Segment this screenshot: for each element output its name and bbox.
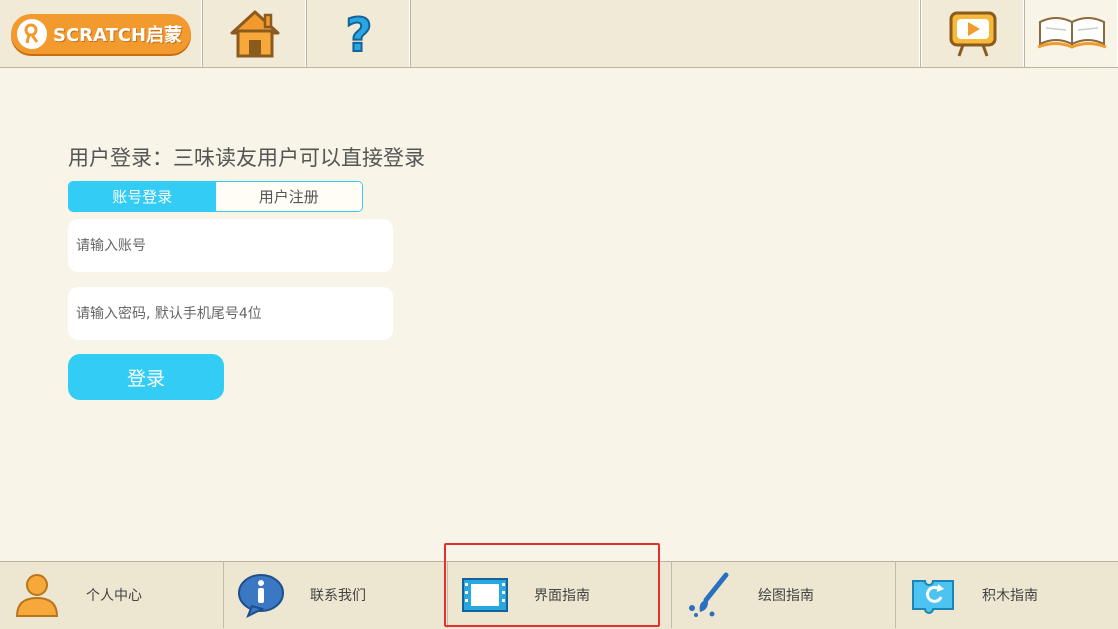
nav-drawing-guide[interactable]: 绘图指南: [672, 562, 896, 628]
nav-label: 积木指南: [982, 588, 1038, 604]
help-icon: ?: [344, 9, 373, 59]
login-button[interactable]: 登录: [68, 354, 224, 400]
bottom-navbar: 个人中心 联系我们 界面指南 绘图指南 积木指南: [0, 561, 1118, 629]
logo-cell[interactable]: SCRATCH启蒙: [0, 0, 203, 67]
nav-label: 界面指南: [534, 588, 590, 604]
top-toolbar: SCRATCH启蒙 ?: [0, 0, 1118, 68]
nav-label: 个人中心: [86, 588, 142, 604]
video-button[interactable]: [921, 0, 1025, 67]
info-icon: [236, 570, 286, 620]
nav-personal-center[interactable]: 个人中心: [0, 562, 224, 628]
login-title: 用户登录：三味读友用户可以直接登录: [68, 146, 425, 170]
block-icon: [908, 570, 958, 620]
svg-text:?: ?: [345, 9, 372, 59]
scratch-logo[interactable]: SCRATCH启蒙: [11, 13, 191, 54]
nav-label: 绘图指南: [758, 588, 814, 604]
nav-interface-guide[interactable]: 界面指南: [448, 562, 672, 628]
video-icon: [949, 11, 997, 57]
nav-block-guide[interactable]: 积木指南: [896, 562, 1118, 628]
logo-figure-icon: [17, 18, 47, 49]
help-button[interactable]: ?: [307, 0, 411, 67]
password-input[interactable]: [68, 287, 393, 340]
film-icon: [460, 570, 510, 620]
tab-register[interactable]: 用户注册: [215, 182, 362, 211]
nav-contact-us[interactable]: 联系我们: [224, 562, 448, 628]
login-tabs: 账号登录 用户注册: [68, 181, 363, 212]
home-button[interactable]: [203, 0, 307, 67]
logo-text: SCRATCH启蒙: [53, 24, 183, 46]
paintbrush-icon: [684, 570, 734, 620]
person-icon: [12, 570, 62, 620]
nav-label: 联系我们: [310, 588, 366, 604]
toolbar-spacer: [411, 0, 921, 67]
tab-account-login[interactable]: 账号登录: [69, 182, 216, 211]
account-input[interactable]: [68, 219, 393, 272]
book-button[interactable]: [1025, 0, 1118, 67]
book-icon: [1036, 16, 1107, 49]
home-icon: [230, 10, 279, 57]
